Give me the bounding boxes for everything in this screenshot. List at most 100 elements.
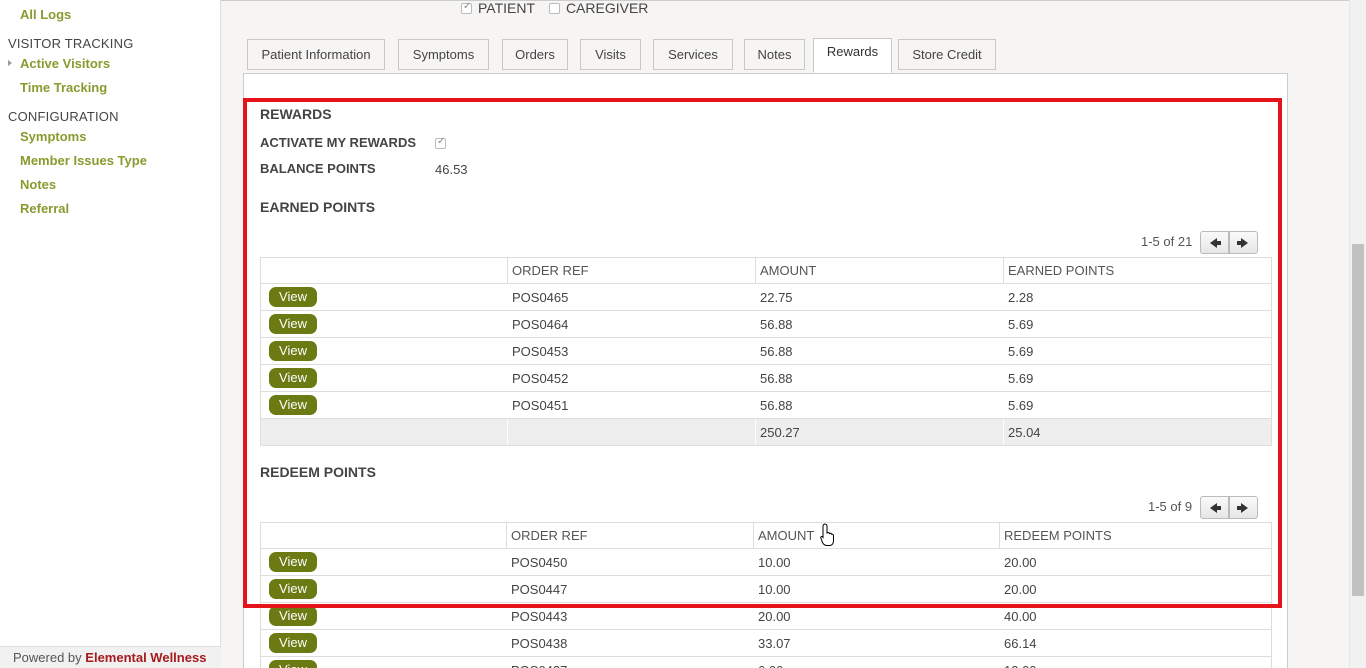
redeem-prev-button[interactable]: [1200, 496, 1229, 519]
rewards-title: REWARDS: [260, 106, 332, 122]
earned-points-title: EARNED POINTS: [260, 199, 376, 215]
member-type-row: PATIENT CAREGIVER: [461, 0, 658, 16]
amount-cell: 56.88: [755, 364, 1004, 392]
amount-cell: 56.88: [755, 391, 1004, 419]
view-button[interactable]: View: [269, 579, 317, 599]
col-header-earned-points: EARNED POINTS: [1003, 257, 1272, 284]
hand-cursor-icon: [820, 523, 834, 546]
view-button[interactable]: View: [269, 395, 317, 415]
points-cell: 5.69: [1003, 391, 1272, 419]
view-button[interactable]: View: [269, 552, 317, 572]
order-ref-cell: POS0437: [506, 656, 754, 668]
amount-cell: 56.88: [755, 310, 1004, 338]
tab-rewards[interactable]: Rewards: [813, 38, 892, 73]
points-cell: 40.00: [999, 602, 1272, 630]
activate-rewards-checkbox[interactable]: [435, 136, 446, 149]
top-divider: [221, 0, 1349, 1]
redeem-next-button[interactable]: [1229, 496, 1258, 519]
view-button[interactable]: View: [269, 341, 317, 361]
tab-patient-information[interactable]: Patient Information: [247, 39, 385, 70]
tab-symptoms[interactable]: Symptoms: [398, 39, 489, 70]
col-header-amount: AMOUNT: [753, 522, 1000, 549]
caregiver-checkbox[interactable]: [548, 3, 560, 14]
order-ref-cell: POS0464: [507, 310, 756, 338]
sidebar-item-member-issues-type[interactable]: Member Issues Type: [20, 153, 147, 168]
total-amount-cell: 250.27: [755, 418, 1004, 446]
amount-cell: 22.75: [755, 283, 1004, 311]
col-header-order-ref: ORDER REF: [507, 257, 756, 284]
earned-next-button[interactable]: [1229, 231, 1258, 254]
table-row: View POS0437 6.00 12.00: [260, 656, 1272, 668]
sidebar-item-all-logs[interactable]: All Logs: [20, 7, 71, 22]
amount-cell: 10.00: [753, 548, 1000, 576]
points-cell: 5.69: [1003, 310, 1272, 338]
order-ref-cell: POS0438: [506, 629, 754, 657]
view-button[interactable]: View: [269, 660, 317, 668]
table-row: View POS0451 56.88 5.69: [260, 391, 1272, 419]
sidebar-item-active-visitors[interactable]: Active Visitors: [20, 56, 110, 71]
col-header-amount: AMOUNT: [755, 257, 1004, 284]
patient-label: PATIENT: [478, 0, 536, 16]
points-cell: 20.00: [999, 575, 1272, 603]
totals-row: 250.27 25.04: [260, 418, 1272, 446]
order-ref-cell: POS0465: [507, 283, 756, 311]
table-row: View POS0447 10.00 20.00: [260, 575, 1272, 603]
view-button[interactable]: View: [269, 368, 317, 388]
scrollbar-thumb[interactable]: [1352, 244, 1364, 596]
points-cell: 20.00: [999, 548, 1272, 576]
arrow-right-icon: [1241, 503, 1248, 513]
amount-cell: 10.00: [753, 575, 1000, 603]
order-ref-cell: POS0451: [507, 391, 756, 419]
arrow-right-icon: [1241, 238, 1248, 248]
earned-prev-button[interactable]: [1200, 231, 1229, 254]
table-row: View POS0438 33.07 66.14: [260, 629, 1272, 657]
balance-points-value: 46.53: [435, 162, 468, 177]
redeem-pager-text: 1-5 of 9: [1148, 499, 1193, 514]
order-ref-cell: POS0450: [506, 548, 754, 576]
points-cell: 5.69: [1003, 364, 1272, 392]
tab-visits[interactable]: Visits: [580, 39, 641, 70]
sidebar-section-configuration: CONFIGURATION: [8, 109, 119, 124]
amount-cell: 20.00: [753, 602, 1000, 630]
col-header-order-ref: ORDER REF: [506, 522, 754, 549]
table-row: View POS0464 56.88 5.69: [260, 310, 1272, 338]
view-button[interactable]: View: [269, 633, 317, 653]
table-row: View POS0443 20.00 40.00: [260, 602, 1272, 630]
view-button[interactable]: View: [269, 314, 317, 334]
sidebar: All Logs VISITOR TRACKING Active Visitor…: [0, 0, 221, 668]
earned-points-table: ORDER REF AMOUNT EARNED POINTS View POS0…: [260, 257, 1272, 446]
footer: Powered by Elemental Wellness: [0, 646, 221, 668]
order-ref-cell: POS0447: [506, 575, 754, 603]
patient-checkbox[interactable]: [461, 1, 472, 14]
table-row: View POS0450 10.00 20.00: [260, 548, 1272, 576]
points-cell: 12.00: [999, 656, 1272, 668]
footer-brand-link[interactable]: Elemental Wellness: [85, 650, 206, 665]
tab-store-credit[interactable]: Store Credit: [898, 39, 996, 70]
amount-cell: 6.00: [753, 656, 1000, 668]
activate-rewards-label: ACTIVATE MY REWARDS: [260, 135, 417, 150]
tab-notes[interactable]: Notes: [744, 39, 805, 70]
balance-points-label: BALANCE POINTS: [260, 161, 376, 176]
sidebar-item-referral[interactable]: Referral: [20, 201, 69, 216]
table-row: View POS0452 56.88 5.69: [260, 364, 1272, 392]
footer-powered-by: Powered by: [13, 650, 82, 665]
expand-triangle-icon[interactable]: [8, 60, 12, 66]
view-button[interactable]: View: [269, 606, 317, 626]
view-button[interactable]: View: [269, 287, 317, 307]
earned-pager-text: 1-5 of 21: [1141, 234, 1193, 249]
col-header-action: [260, 522, 507, 549]
sidebar-item-time-tracking[interactable]: Time Tracking: [20, 80, 107, 95]
amount-cell: 56.88: [755, 337, 1004, 365]
order-ref-cell: POS0443: [506, 602, 754, 630]
page-scrollbar[interactable]: [1349, 0, 1366, 668]
amount-cell: 33.07: [753, 629, 1000, 657]
sidebar-item-symptoms[interactable]: Symptoms: [20, 129, 86, 144]
points-cell: 2.28: [1003, 283, 1272, 311]
tab-services[interactable]: Services: [653, 39, 733, 70]
tab-orders[interactable]: Orders: [502, 39, 568, 70]
col-header-redeem-points: REDEEM POINTS: [999, 522, 1272, 549]
order-ref-cell: POS0453: [507, 337, 756, 365]
sidebar-item-notes[interactable]: Notes: [20, 177, 56, 192]
total-points-cell: 25.04: [1003, 418, 1272, 446]
table-row: View POS0465 22.75 2.28: [260, 283, 1272, 311]
